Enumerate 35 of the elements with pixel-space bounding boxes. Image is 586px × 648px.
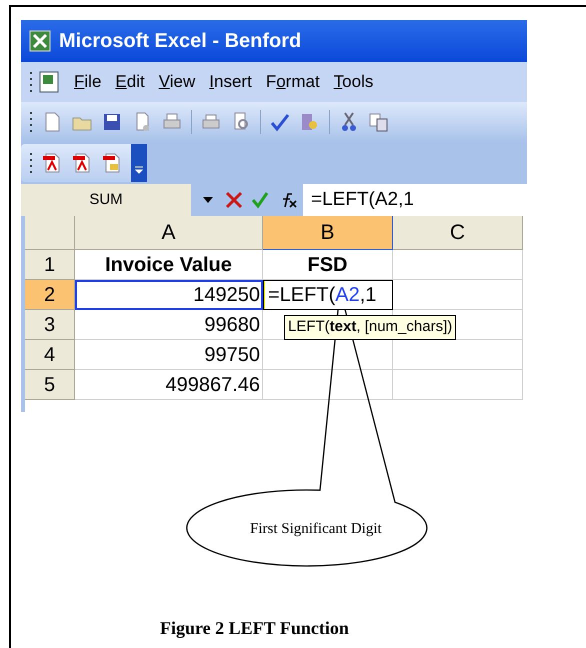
chevron-down-icon bbox=[135, 166, 143, 174]
column-header[interactable]: A bbox=[75, 216, 263, 250]
formula-field[interactable]: =LEFT(A2,1 bbox=[303, 184, 527, 216]
table-cell: Invoice Value bbox=[75, 250, 263, 280]
row-header[interactable]: 1 bbox=[25, 250, 75, 280]
toolbar-options-button[interactable] bbox=[131, 144, 147, 182]
table-cell: 149250 bbox=[75, 280, 263, 310]
name-box[interactable]: SUM bbox=[21, 184, 191, 216]
table-cell: 99750 bbox=[75, 340, 263, 370]
callout-text: First Significant Digit bbox=[250, 520, 382, 539]
dropdown-arrow-icon[interactable] bbox=[203, 197, 213, 203]
cancel-icon[interactable] bbox=[225, 191, 243, 209]
menu-item[interactable]: Tools bbox=[326, 69, 380, 95]
menu-item[interactable]: Insert bbox=[202, 69, 259, 95]
enter-check-icon[interactable] bbox=[251, 191, 269, 209]
menu-item[interactable]: File bbox=[67, 69, 108, 95]
window-title: Microsoft Excel - Benford bbox=[59, 29, 302, 54]
column-header[interactable]: C bbox=[393, 216, 523, 250]
menu-item[interactable]: View bbox=[152, 69, 202, 95]
grip-icon bbox=[29, 111, 33, 133]
column-header[interactable]: B bbox=[263, 216, 393, 250]
row-header[interactable]: 4 bbox=[25, 340, 75, 370]
function-tooltip: LEFT(text, [num_chars]) bbox=[284, 315, 456, 340]
table-cell: 99680 bbox=[75, 310, 263, 340]
cell-editor[interactable]: =LEFT(A2,1 bbox=[263, 280, 393, 310]
grip-icon bbox=[29, 152, 33, 174]
menu-item[interactable]: Edit bbox=[108, 69, 152, 95]
row-header[interactable]: 5 bbox=[25, 370, 75, 400]
menu-item[interactable]: Format bbox=[258, 69, 327, 95]
figure-caption: Figure 2 LEFT Function bbox=[160, 617, 349, 640]
spreadsheet-icon bbox=[29, 30, 51, 52]
grip-icon bbox=[29, 71, 33, 93]
table-cell: 499867.46 bbox=[75, 370, 263, 400]
row-header[interactable]: 3 bbox=[25, 310, 75, 340]
row-header[interactable]: 2 bbox=[25, 280, 75, 310]
